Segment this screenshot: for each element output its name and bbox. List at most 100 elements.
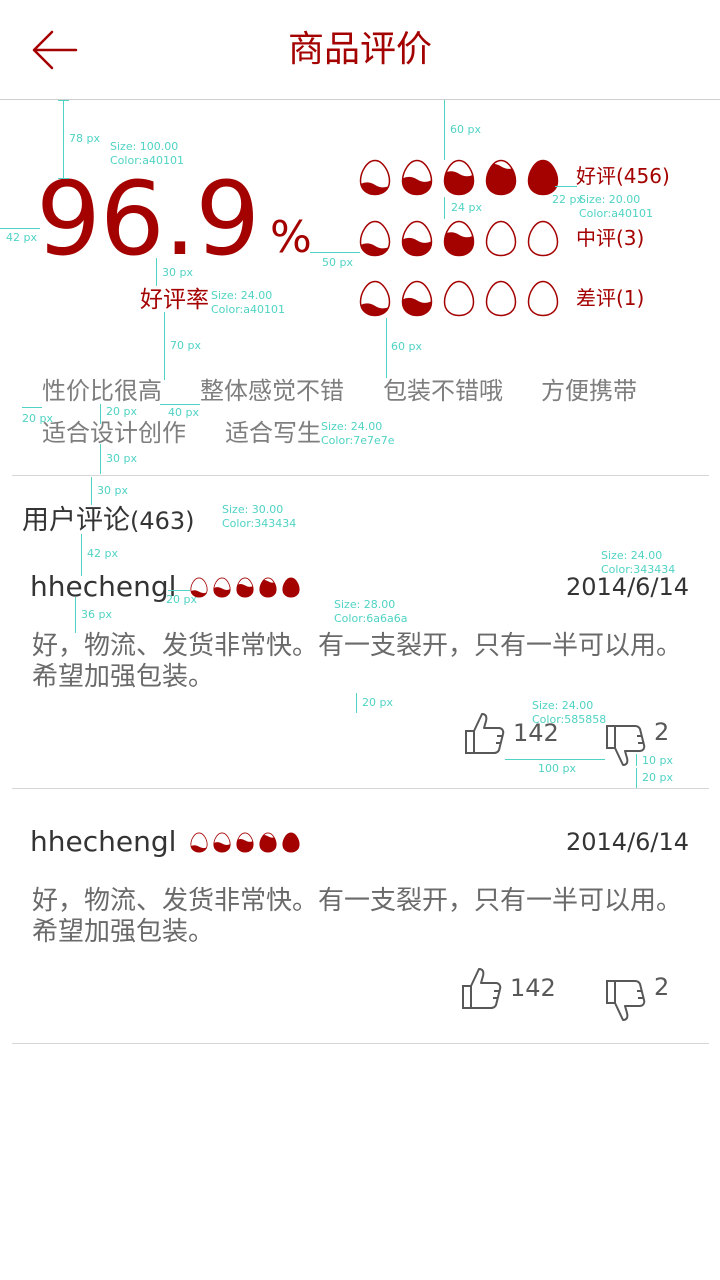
arrow-left-icon [32,30,78,70]
egg-rating-icon [359,280,391,317]
egg-rating-icon [190,832,208,853]
comments-title: 用户评论 [22,505,130,536]
annotation-label: Size: 20.00 [579,193,641,206]
annotation-label: Color:a40101 [211,303,285,316]
egg-rating-icon [359,220,391,257]
comment-text: 好，物流、发货非常快。有一支裂开，只有一半可以用。希望加强包装。 [32,886,683,947]
annotation-label: Color:7e7e7e [321,434,395,447]
annotation-label: 30 px [106,452,137,465]
annotation-label: 20 px [166,593,197,606]
comment-date: 2014/6/14 [566,828,690,856]
egg-rating-icon [443,159,475,196]
annotation-label: 30 px [97,484,128,497]
annotation-label: Color:a40101 [110,154,184,167]
annotation-label: 60 px [391,340,422,353]
egg-rating-icon [259,832,277,853]
egg-rating-icon [485,280,517,317]
annotation-label: 40 px [168,406,199,419]
tag-sketching[interactable]: 适合写生 [225,417,321,449]
guide-line [386,318,387,378]
annotation-label: Size: 100.00 [110,140,179,153]
guide-line [91,477,92,505]
positive-rate-value: 96.9 [36,160,260,279]
guide-line [63,100,64,178]
thumbs-up-icon [465,713,505,754]
rating-row-neutral [359,220,559,257]
dislike-count: 2 [654,973,670,1001]
comment-text: 好，物流、发货非常快。有一支裂开，只有一半可以用。希望加强包装。 [32,631,683,692]
tag-overall-good[interactable]: 整体感觉不错 [200,375,344,407]
guide-line [636,754,637,766]
egg-rating-icon [443,280,475,317]
rating-row-good [359,159,559,196]
positive-rate-percent: % [270,212,312,263]
guide-line [75,597,76,633]
rating-row-good-label[interactable]: 好评(456) [576,162,670,190]
rating-row-neutral-label[interactable]: 中评(3) [576,224,644,252]
positive-rate-label: 好评率 [140,287,209,313]
page-title: 商品评价 [287,29,432,70]
tag-portable[interactable]: 方便携带 [541,375,637,407]
egg-rating-icon [213,832,231,853]
guide-line [156,258,157,286]
annotation-label: Size: 24.00 [321,420,383,433]
rating-row-bad [359,280,559,317]
thumbs-down-icon [606,725,646,766]
comment-rating-eggs [190,832,300,853]
guide-line [58,100,69,101]
rating-row-bad-label[interactable]: 差评(1) [576,284,644,312]
like-button[interactable]: 142 [460,966,556,1010]
annotation-label: 70 px [170,339,201,352]
guide-line [58,178,69,179]
annotation-label: 20 px [106,405,137,418]
annotation-label: Size: 24.00 [211,289,273,302]
annotation-label: 60 px [450,123,481,136]
annotation-label: 20 px [22,412,53,425]
dislike-button[interactable]: 2 [604,973,669,1023]
annotation-label: Color:6a6a6a [334,612,408,625]
tag-design-creation[interactable]: 适合设计创作 [42,417,186,449]
tag-value-for-money[interactable]: 性价比很高 [42,375,162,407]
dislike-count: 2 [654,718,670,746]
header-divider [0,99,720,100]
guide-line [356,693,357,713]
comment-divider [12,1043,709,1044]
thumbs-up-icon [462,968,502,1009]
section-divider [12,475,709,476]
guide-line [81,534,82,576]
annotation-label: 24 px [451,201,482,214]
annotation-label: 78 px [69,132,100,145]
guide-line [444,100,445,160]
guide-line [310,252,360,253]
guide-line [100,444,101,474]
egg-rating-icon [401,280,433,317]
tag-good-packaging[interactable]: 包装不错哦 [383,375,503,407]
annotation-label: Size: 24.00 [601,549,663,562]
annotation-label: 42 px [6,231,37,244]
egg-rating-icon [282,577,300,598]
comment-username: hhechengl [30,825,177,858]
annotation-label: 100 px [538,762,576,775]
comments-header: 用户评论(463) [22,502,195,540]
egg-rating-icon [259,577,277,598]
annotation-label: 50 px [322,256,353,269]
comment-username: hhechengl [30,570,177,603]
annotation-label: 10 px [642,754,673,767]
egg-rating-icon [401,220,433,257]
annotation-label: Size: 28.00 [334,598,396,611]
annotation-label: 30 px [162,266,193,279]
back-button[interactable] [28,26,82,74]
annotation-label: Color:a40101 [579,207,653,220]
guide-line [100,404,101,424]
egg-rating-icon [236,577,254,598]
egg-rating-icon [401,159,433,196]
comments-count: (463) [130,507,195,535]
annotation-label: Color:343434 [222,517,297,530]
guide-line [168,590,190,591]
egg-rating-icon [527,159,559,196]
annotation-label: Color:585858 [532,713,607,726]
egg-rating-icon [359,159,391,196]
comment-divider [12,788,709,789]
guide-line [505,759,605,760]
thumbs-down-icon [606,980,646,1021]
